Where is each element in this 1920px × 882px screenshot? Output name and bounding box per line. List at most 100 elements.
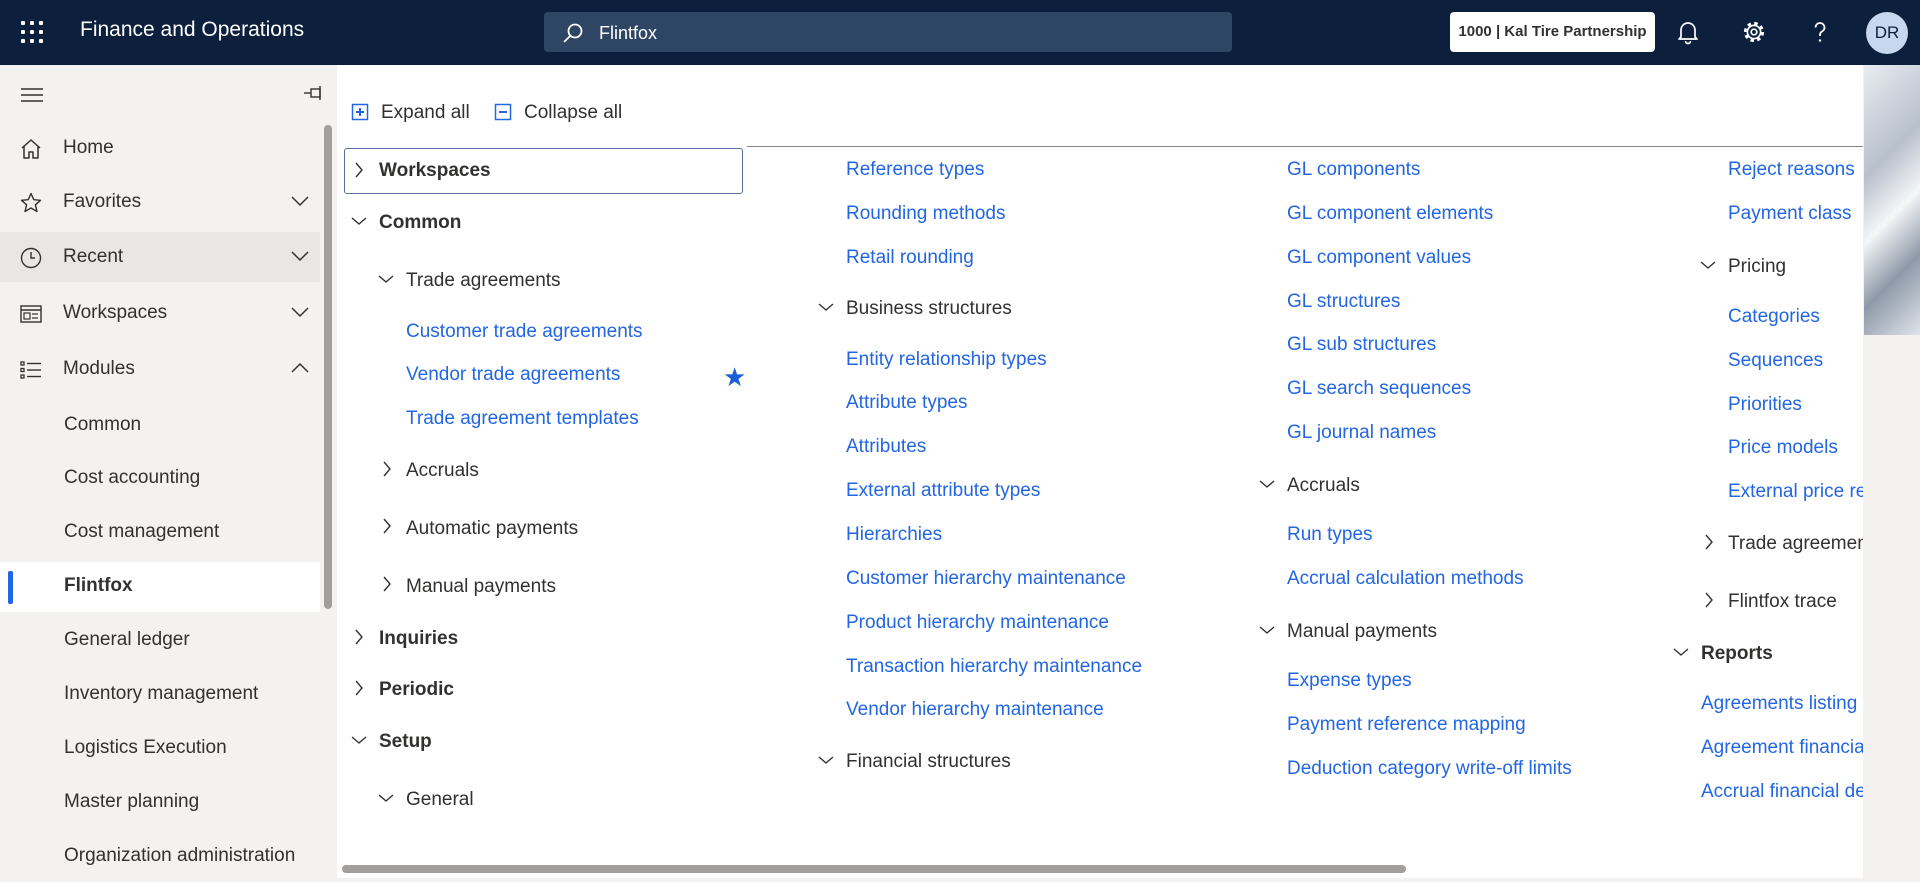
link-rounding-methods[interactable]: Rounding methods	[846, 203, 1006, 225]
link-reject-reasons[interactable]: Reject reasons	[1728, 159, 1855, 181]
link-priorities[interactable]: Priorities	[1728, 394, 1802, 416]
menu-general[interactable]: General	[406, 789, 474, 811]
search-box[interactable]	[544, 12, 1232, 54]
link-payment-class[interactable]: Payment class	[1728, 203, 1852, 225]
link-vendor-trade-agreements[interactable]: Vendor trade agreements	[406, 364, 620, 386]
nav-item-home[interactable]: Home	[0, 123, 320, 173]
chevron-right-icon[interactable]	[1704, 534, 1714, 550]
module-cost-accounting[interactable]: Cost accounting	[0, 454, 320, 504]
collapse-nav-icon[interactable]	[20, 85, 44, 105]
chevron-down-icon[interactable]	[818, 755, 834, 765]
menu-pricing[interactable]: Pricing	[1728, 256, 1786, 278]
chevron-right-icon[interactable]	[354, 629, 364, 645]
link-hierarchies[interactable]: Hierarchies	[846, 524, 942, 546]
menu-periodic[interactable]: Periodic	[379, 679, 454, 701]
notification-bell-icon[interactable]	[1672, 16, 1704, 48]
chevron-right-icon[interactable]	[382, 461, 392, 477]
link-agreements-listing[interactable]: Agreements listing	[1701, 693, 1857, 715]
company-selector[interactable]: 1000 | Kal Tire Partnership	[1450, 12, 1655, 52]
link-gl-search-sequences[interactable]: GL search sequences	[1287, 378, 1471, 400]
link-entity-relationship-types[interactable]: Entity relationship types	[846, 349, 1047, 371]
link-accrual-calculation-methods[interactable]: Accrual calculation methods	[1287, 568, 1524, 590]
module-general-ledger[interactable]: General ledger	[0, 616, 320, 666]
link-gl-structures[interactable]: GL structures	[1287, 291, 1400, 313]
module-cost-management[interactable]: Cost management	[0, 508, 320, 558]
settings-gear-icon[interactable]	[1738, 16, 1770, 48]
menu-workspaces[interactable]: Workspaces	[379, 160, 491, 182]
link-retail-rounding[interactable]: Retail rounding	[846, 247, 974, 269]
menu-accruals-setup[interactable]: Accruals	[1287, 475, 1360, 497]
menu-business-structures[interactable]: Business structures	[846, 298, 1012, 320]
user-avatar[interactable]: DR	[1866, 12, 1908, 54]
chevron-down-icon[interactable]	[351, 735, 367, 745]
nav-item-modules[interactable]: Modules	[0, 344, 320, 394]
link-trade-agreement-templates[interactable]: Trade agreement templates	[406, 408, 639, 430]
menu-trade-agreements-setup[interactable]: Trade agreement	[1728, 533, 1863, 555]
link-run-types[interactable]: Run types	[1287, 524, 1373, 546]
nav-item-workspaces[interactable]: Workspaces	[0, 288, 320, 338]
module-logistics-execution[interactable]: Logistics Execution	[0, 724, 320, 774]
link-sequences[interactable]: Sequences	[1728, 350, 1823, 372]
link-price-models[interactable]: Price models	[1728, 437, 1838, 459]
link-product-hierarchy-maintenance[interactable]: Product hierarchy maintenance	[846, 612, 1109, 634]
chevron-down-icon[interactable]	[378, 793, 394, 803]
link-accrual-financial[interactable]: Accrual financial de	[1701, 781, 1863, 803]
app-launcher-icon[interactable]	[18, 18, 48, 48]
search-input[interactable]	[597, 12, 1201, 54]
link-external-price[interactable]: External price re	[1728, 481, 1863, 503]
link-gl-component-values[interactable]: GL component values	[1287, 247, 1471, 269]
nav-item-recent[interactable]: Recent	[0, 232, 320, 282]
link-attributes[interactable]: Attributes	[846, 436, 926, 458]
link-gl-components[interactable]: GL components	[1287, 159, 1420, 181]
link-customer-hierarchy-maintenance[interactable]: Customer hierarchy maintenance	[846, 568, 1126, 590]
nav-scrollbar[interactable]	[324, 125, 332, 609]
module-inventory-management[interactable]: Inventory management	[0, 670, 320, 720]
link-customer-trade-agreements[interactable]: Customer trade agreements	[406, 321, 643, 343]
link-attribute-types[interactable]: Attribute types	[846, 392, 967, 414]
pin-icon[interactable]	[302, 83, 326, 103]
chevron-down-icon[interactable]	[1673, 647, 1689, 657]
link-deduction-category-write-off-limits[interactable]: Deduction category write-off limits	[1287, 758, 1572, 780]
chevron-down-icon[interactable]	[1700, 260, 1716, 270]
chevron-down-icon[interactable]	[818, 302, 834, 312]
chevron-down-icon[interactable]	[351, 216, 367, 226]
module-flintfox[interactable]: Flintfox	[0, 562, 320, 612]
menu-setup[interactable]: Setup	[379, 731, 432, 753]
chevron-down-icon[interactable]	[1259, 479, 1275, 489]
link-expense-types[interactable]: Expense types	[1287, 670, 1412, 692]
link-vendor-hierarchy-maintenance[interactable]: Vendor hierarchy maintenance	[846, 699, 1104, 721]
menu-common[interactable]: Common	[379, 212, 461, 234]
chevron-down-icon[interactable]	[1259, 625, 1275, 635]
menu-reports[interactable]: Reports	[1701, 643, 1773, 665]
chevron-right-icon[interactable]	[354, 162, 364, 178]
menu-trade-agreements[interactable]: Trade agreements	[406, 270, 561, 292]
link-gl-journal-names[interactable]: GL journal names	[1287, 422, 1436, 444]
chevron-right-icon[interactable]	[382, 576, 392, 592]
link-reference-types[interactable]: Reference types	[846, 159, 984, 181]
help-icon[interactable]	[1804, 16, 1836, 48]
menu-automatic-payments[interactable]: Automatic payments	[406, 518, 578, 540]
menu-manual-payments-setup[interactable]: Manual payments	[1287, 621, 1437, 643]
chevron-down-icon[interactable]	[378, 274, 394, 284]
chevron-right-icon[interactable]	[382, 518, 392, 534]
expand-all-button[interactable]: Expand all	[351, 99, 471, 129]
module-organization-administration[interactable]: Organization administration	[0, 832, 320, 882]
app-title[interactable]: Finance and Operations	[80, 18, 304, 42]
link-transaction-hierarchy-maintenance[interactable]: Transaction hierarchy maintenance	[846, 656, 1142, 678]
link-payment-reference-mapping[interactable]: Payment reference mapping	[1287, 714, 1526, 736]
link-gl-sub-structures[interactable]: GL sub structures	[1287, 334, 1436, 356]
nav-item-favorites[interactable]: Favorites	[0, 177, 320, 227]
favorite-star-icon[interactable]: ★	[723, 362, 746, 393]
menu-accruals[interactable]: Accruals	[406, 460, 479, 482]
collapse-all-button[interactable]: Collapse all	[494, 99, 624, 129]
menu-financial-structures[interactable]: Financial structures	[846, 751, 1011, 773]
link-external-attribute-types[interactable]: External attribute types	[846, 480, 1040, 502]
link-agreement-financial[interactable]: Agreement financia	[1701, 737, 1863, 759]
module-common[interactable]: Common	[0, 401, 320, 451]
module-master-planning[interactable]: Master planning	[0, 778, 320, 828]
menu-flintfox-trace[interactable]: Flintfox trace	[1728, 591, 1837, 613]
chevron-right-icon[interactable]	[1704, 592, 1714, 608]
menu-manual-payments[interactable]: Manual payments	[406, 576, 556, 598]
menu-inquiries[interactable]: Inquiries	[379, 628, 458, 650]
link-categories[interactable]: Categories	[1728, 306, 1820, 328]
